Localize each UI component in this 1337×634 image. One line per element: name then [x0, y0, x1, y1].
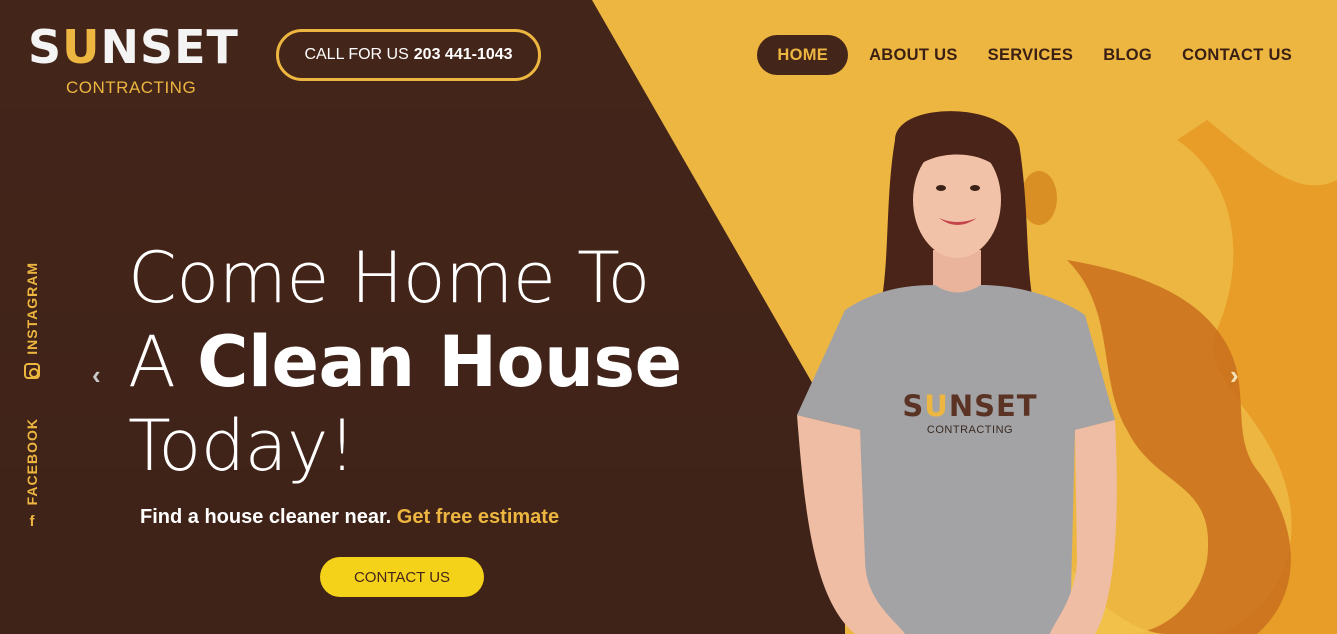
facebook-label: FACEBOOK — [24, 418, 40, 506]
headline-line-3: Today! — [128, 405, 356, 487]
social-instagram-link[interactable]: INSTAGRAM — [12, 262, 52, 379]
nav-item-blog[interactable]: BLOG — [1088, 35, 1167, 75]
nav-item-home[interactable]: HOME — [757, 35, 849, 75]
nav-item-services[interactable]: SERVICES — [973, 35, 1089, 75]
nav-item-contact-us[interactable]: CONTACT US — [1167, 35, 1307, 75]
social-facebook-link[interactable]: FACEBOOK f — [12, 418, 52, 530]
phone-number: 203 441-1043 — [413, 46, 513, 63]
headline-line-1: Come Home To — [128, 237, 650, 319]
call-phone-button[interactable]: CALL FOR US 203 441-1043 — [276, 29, 541, 81]
contact-us-button[interactable]: CONTACT US — [320, 557, 484, 597]
headline-line-2: A Clean House — [128, 321, 682, 403]
hero-headline: Come Home To A Clean House Today! — [128, 236, 748, 488]
free-estimate-link[interactable]: Get free estimate — [397, 506, 559, 528]
call-label: CALL FOR US — [304, 46, 409, 63]
hero-section: SUNSET CONTRACTING CALL FOR US 203 441-1… — [0, 0, 1337, 634]
instagram-icon — [24, 362, 40, 379]
subline-text: Find a house cleaner near. — [140, 506, 392, 528]
shirt-logo: SUNSET CONTRACTING — [895, 392, 1045, 442]
chevron-right-icon[interactable]: › — [1230, 360, 1239, 391]
instagram-label: INSTAGRAM — [24, 262, 40, 355]
hero-subline: Find a house cleaner near. Get free esti… — [140, 506, 559, 529]
chevron-left-icon[interactable]: ‹ — [92, 360, 101, 391]
site-logo[interactable]: SUNSET CONTRACTING — [28, 14, 238, 100]
woman-in-tshirt-image — [797, 111, 1117, 634]
logo-subtitle: CONTRACTING — [66, 78, 197, 97]
shirt-logo-subtitle: CONTRACTING — [926, 424, 1014, 436]
main-nav: HOME ABOUT US SERVICES BLOG CONTACT US — [757, 35, 1307, 75]
nav-item-about-us[interactable]: ABOUT US — [854, 35, 973, 75]
logo-wordmark: SUNSET — [28, 20, 239, 74]
facebook-icon: f — [29, 513, 35, 531]
shirt-logo-wordmark: SUNSET — [902, 389, 1038, 423]
